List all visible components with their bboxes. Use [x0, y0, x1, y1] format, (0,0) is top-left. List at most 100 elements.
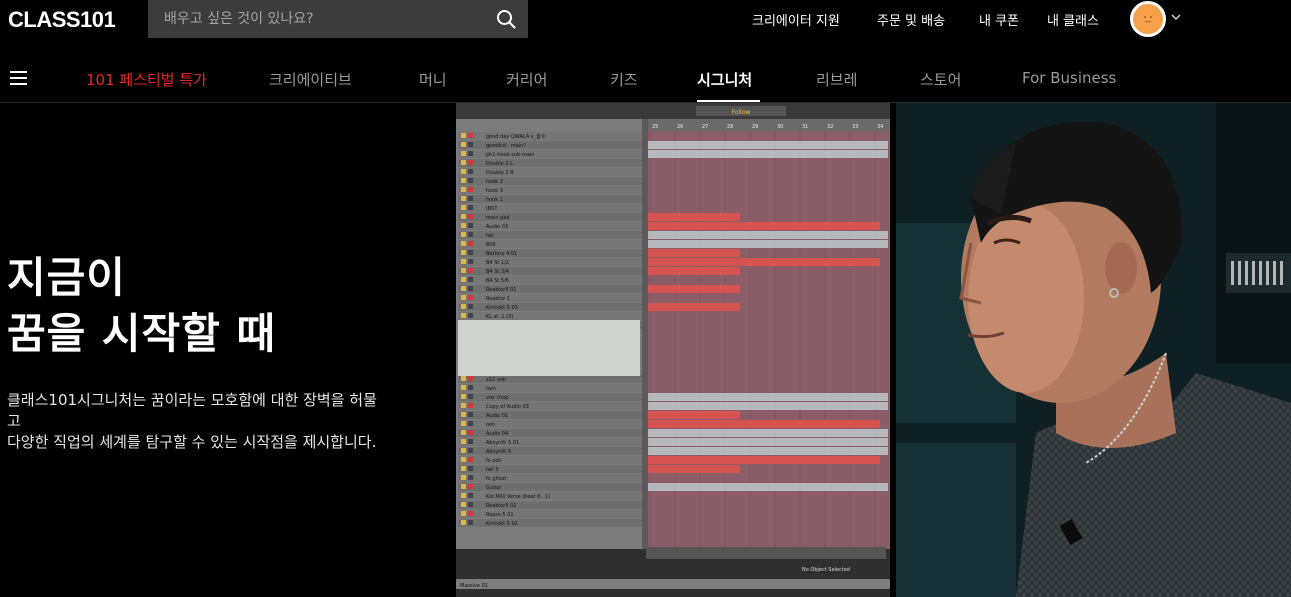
daw-track-rec [468, 286, 473, 291]
daw-track-color [461, 304, 466, 309]
daw-track-rec [468, 394, 473, 399]
daw-track-rec [468, 412, 473, 417]
daw-track-name: hel 3 [486, 467, 498, 473]
daw-ruler-tick: 31 [802, 124, 808, 130]
daw-track-rec [468, 448, 473, 453]
search-input[interactable] [148, 0, 488, 38]
daw-panel-divider [642, 119, 648, 549]
nav-item-for-business[interactable]: For Business [1022, 69, 1116, 87]
daw-ruler-tick: 29 [752, 124, 758, 130]
daw-track-name: Reaktor5 02 [486, 503, 517, 509]
daw-clip [648, 231, 888, 239]
nav-item-signature[interactable]: 시그니처 [697, 69, 752, 90]
daw-ruler-tick: 25 [652, 124, 658, 130]
daw-track-name: tem [486, 386, 496, 392]
nav-item-creative[interactable]: 크리에이티브 [269, 69, 352, 90]
daw-track-name: Copy of Audio 03 [486, 404, 529, 410]
daw-track-name: 808 [486, 242, 496, 248]
daw-track-color [461, 394, 466, 399]
daw-track-color [461, 232, 466, 237]
daw-track-name: Kid Milli Verse (beat d...1) [486, 494, 550, 500]
daw-clip [648, 393, 888, 401]
daw-track-name: Guitar [486, 485, 502, 491]
orders-shipping-link[interactable]: 주문 및 배송 [877, 10, 945, 29]
menu-icon[interactable] [10, 71, 27, 85]
daw-clip [648, 213, 740, 221]
daw-track-color [461, 205, 466, 210]
daw-track-color [461, 286, 466, 291]
daw-track-name: Absynth 5 01 [486, 440, 519, 446]
daw-track-rec [468, 466, 473, 471]
class101-logo[interactable]: CLASS101 [8, 7, 116, 33]
daw-toolbar [646, 547, 886, 559]
daw-track-name: Battery 4 01 [486, 251, 517, 257]
daw-clip [648, 303, 740, 311]
daw-clip [648, 483, 888, 491]
daw-track-rec [468, 196, 473, 201]
nav-item-career[interactable]: 커리어 [506, 69, 547, 90]
daw-track-name: Repro-5 01 [486, 512, 514, 518]
daw-clip [648, 150, 888, 158]
daw-track-rec [468, 520, 473, 525]
daw-track-name: Kontakt 5 02 [486, 521, 518, 527]
daw-track-name: ooh [486, 422, 495, 428]
daw-expanded-track [458, 320, 640, 376]
daw-track-name: INST [486, 206, 498, 212]
chevron-down-icon[interactable] [1171, 12, 1181, 22]
avatar-face-icon [1144, 16, 1152, 23]
daw-track-name: fx ghost [486, 476, 506, 482]
my-classes-link[interactable]: 내 클래스 [1047, 10, 1099, 29]
daw-track-rec [468, 223, 473, 228]
daw-track-color [461, 313, 466, 318]
daw-track-rec [468, 403, 473, 408]
daw-track-name: B4 St 1/2 [486, 260, 509, 266]
daw-track-name: B4 St 5/6 [486, 278, 509, 284]
nav-item-money[interactable]: 머니 [419, 69, 447, 90]
daw-track-color [461, 295, 466, 300]
daw-track-rec [468, 151, 473, 156]
nav-item-kids[interactable]: 키즈 [610, 69, 638, 90]
daw-ruler-tick: 32 [827, 124, 833, 130]
avatar[interactable] [1130, 1, 1166, 37]
daw-track-name: KL st. 1 (3) [486, 314, 513, 320]
daw-track-rec [468, 421, 473, 426]
daw-track-rec [468, 439, 473, 444]
daw-track-name: fx ooh [486, 458, 502, 464]
daw-track-name: hook 3 [486, 188, 503, 194]
daw-track-rec [468, 304, 473, 309]
daw-track-color [461, 250, 466, 255]
creator-support-link[interactable]: 크리에이터 지원 [752, 10, 840, 29]
daw-track-rec [468, 376, 473, 381]
daw-track-rec [468, 160, 473, 165]
nav-item-festival[interactable]: 101 페스티벌 특가 [86, 69, 207, 90]
daw-track-color [461, 430, 466, 435]
hero-desc-line2: 고 [7, 412, 21, 430]
daw-track-rec [468, 178, 473, 183]
daw-follow-label: Follow [732, 109, 751, 116]
daw-track-color [461, 493, 466, 498]
my-coupons-link[interactable]: 내 쿠폰 [979, 10, 1019, 29]
daw-track-color [461, 259, 466, 264]
search-box[interactable] [148, 0, 528, 38]
nav-item-store[interactable]: 스토어 [920, 69, 961, 90]
daw-clip [648, 456, 880, 464]
daw-track-rec [468, 313, 473, 318]
daw-clip [648, 141, 888, 149]
daw-track-rec [468, 493, 473, 498]
daw-track-rec [468, 457, 473, 462]
daw-track-rec [468, 169, 473, 174]
daw-track-color [461, 142, 466, 147]
nav-item-libre[interactable]: 리브레 [816, 69, 857, 90]
daw-track-color [461, 133, 466, 138]
daw-track-color [461, 169, 466, 174]
daw-track-rec [468, 430, 473, 435]
daw-track-color [461, 466, 466, 471]
daw-ruler-tick: 30 [777, 124, 783, 130]
daw-track-name: goodkid - main? [486, 143, 526, 149]
daw-track-name: Double 2 R [486, 170, 514, 176]
daw-track-name: ph1-hook-sub-main [486, 152, 535, 158]
daw-track-rec [468, 214, 473, 219]
search-icon[interactable] [496, 9, 516, 29]
hero-title: 지금이 꿈을 시작할 때 [7, 250, 276, 362]
daw-clip [648, 402, 888, 410]
